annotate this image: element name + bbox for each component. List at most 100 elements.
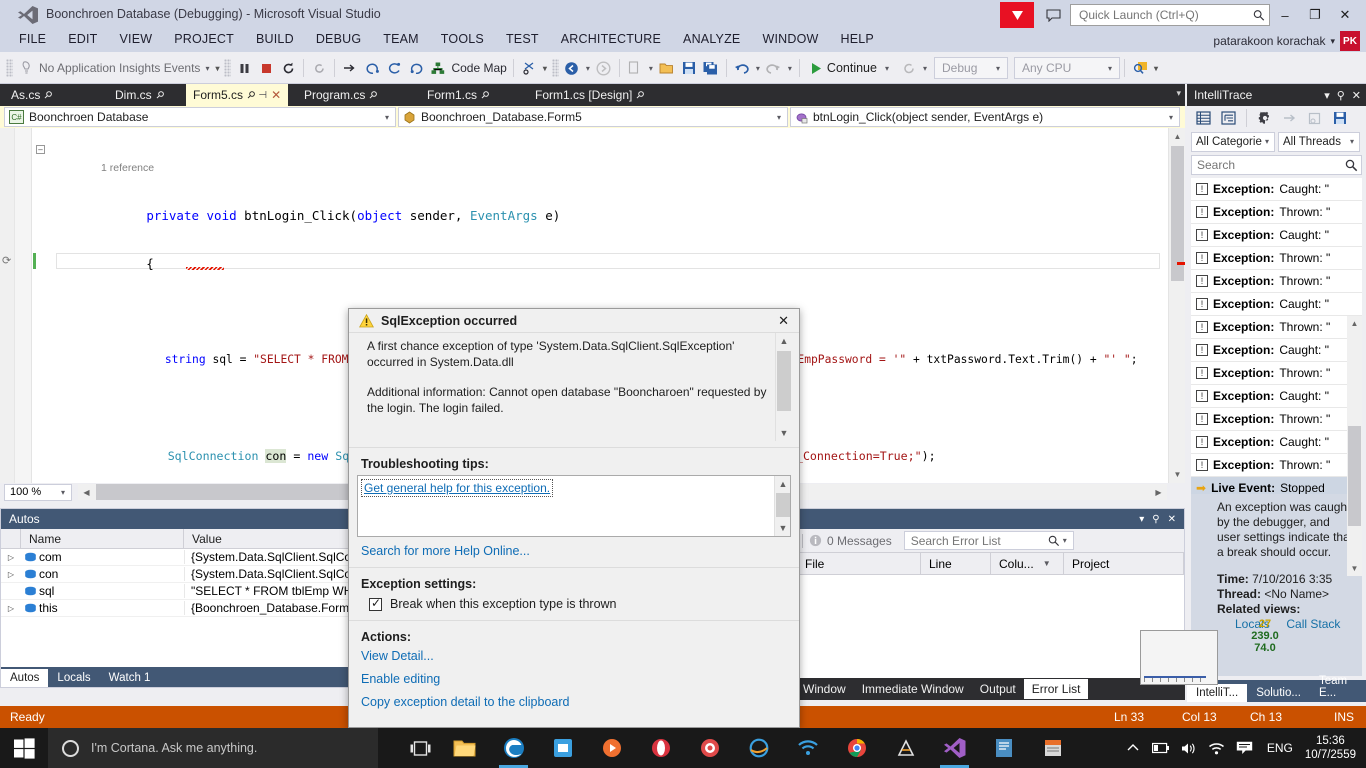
tab-locals[interactable]: Locals xyxy=(48,669,99,687)
action-center-icon[interactable] xyxy=(1231,728,1259,768)
enable-editing-link[interactable]: Enable editing xyxy=(349,663,799,686)
show-hidden-icons-chevron-up-icon[interactable] xyxy=(1119,728,1147,768)
scroll-down-arrow-icon[interactable]: ▼ xyxy=(1347,561,1362,576)
wifi-app-icon[interactable] xyxy=(783,728,832,768)
general-help-link[interactable]: Get general help for this exception. xyxy=(361,479,553,497)
category-filter-combo[interactable]: All Categorie ▾ xyxy=(1191,132,1275,152)
exception-helper-dialog[interactable]: SqlException occurred ✕ A first chance e… xyxy=(348,308,800,728)
zoom-chevron-down-icon[interactable]: ▾ xyxy=(58,488,68,497)
scroll-right-arrow-icon[interactable]: ▶ xyxy=(1150,484,1167,500)
toolbar-overflow-insights[interactable]: ▾ xyxy=(212,66,222,71)
scroll-up-arrow-icon[interactable]: ▲ xyxy=(775,476,791,492)
continue-chevron-down-icon[interactable]: ▾ xyxy=(882,64,892,73)
messages-filter[interactable]: 0 Messages xyxy=(809,534,892,548)
toolbar-grip[interactable] xyxy=(6,59,13,77)
list-item[interactable]: !Exception:Caught: " xyxy=(1191,385,1362,408)
code-reference-note[interactable]: 1 reference xyxy=(101,160,1166,176)
pin-icon[interactable]: ⚲ xyxy=(153,89,166,102)
list-item[interactable]: !Exception:Thrown: " xyxy=(1191,408,1362,431)
solution-platform-combo[interactable]: Any CPU ▾ xyxy=(1014,57,1120,79)
volume-icon[interactable] xyxy=(1175,728,1203,768)
graphics-app-icon[interactable] xyxy=(881,728,930,768)
error-list-rows[interactable] xyxy=(796,575,1184,687)
language-indicator[interactable]: ENG xyxy=(1259,741,1301,755)
task-view-button[interactable] xyxy=(400,728,440,768)
variable-name[interactable]: com xyxy=(39,550,184,564)
tab-list-chevron-down-icon[interactable]: ▾ xyxy=(1176,88,1181,99)
scroll-down-arrow-icon[interactable]: ▼ xyxy=(776,425,792,441)
tab-error-list[interactable]: Error List xyxy=(1024,679,1089,699)
copy-exception-detail-link[interactable]: Copy exception detail to the clipboard xyxy=(349,686,799,709)
scroll-down-arrow-icon[interactable]: ▼ xyxy=(775,520,791,536)
navigate-backward-button[interactable] xyxy=(561,56,583,80)
opera-browser-icon[interactable] xyxy=(636,728,685,768)
calls-view-icon[interactable] xyxy=(1217,106,1239,130)
cortana-search-box[interactable]: I'm Cortana. Ask me anything. xyxy=(48,728,378,768)
find-in-files-icon[interactable] xyxy=(1129,56,1151,80)
redo-chevron-down-icon[interactable]: ▾ xyxy=(785,64,795,73)
row-expander[interactable]: ▷ xyxy=(1,570,21,579)
account-area[interactable]: patarakoon korachak ▾ PK xyxy=(1213,31,1360,51)
thread-filter-combo[interactable]: All Threads ▾ xyxy=(1278,132,1360,152)
editor-hscroll-thumb[interactable] xyxy=(96,484,361,500)
pin-icon[interactable]: ⚲ xyxy=(1337,89,1345,102)
tab-window[interactable]: Window xyxy=(795,679,854,699)
avatar[interactable]: PK xyxy=(1340,31,1360,51)
tab-intellitrace[interactable]: IntelliT... xyxy=(1187,684,1247,702)
scroll-up-arrow-icon[interactable]: ▲ xyxy=(1347,316,1362,331)
list-item-live-event[interactable]: ➡Live Event:Stopped xyxy=(1191,477,1362,494)
menu-team[interactable]: TEAM xyxy=(372,30,430,48)
list-item[interactable]: !Exception:Caught: " xyxy=(1191,224,1362,247)
category-chevron-down-icon[interactable]: ▾ xyxy=(1262,137,1272,146)
intellitrace-toggle-icon[interactable] xyxy=(518,56,540,80)
pin-icon[interactable]: ⚲ xyxy=(634,89,647,102)
tab-team-explorer[interactable]: Team E... xyxy=(1310,672,1366,702)
screen-recorder-icon[interactable] xyxy=(685,728,734,768)
editor-scroll-thumb[interactable] xyxy=(1171,146,1184,281)
unpin-icon[interactable]: ⊣ xyxy=(258,90,267,101)
tab-immediate-window[interactable]: Immediate Window xyxy=(854,679,972,699)
tab-autos[interactable]: Autos xyxy=(1,669,48,687)
close-icon[interactable]: ✕ xyxy=(1168,514,1176,525)
media-player-icon[interactable] xyxy=(587,728,636,768)
close-button[interactable]: ✕ xyxy=(1330,1,1360,29)
restore-button[interactable]: ❐ xyxy=(1300,1,1330,29)
pin-icon[interactable]: ⚲ xyxy=(1152,514,1159,525)
editor-outlining-margin[interactable] xyxy=(32,128,54,483)
code-map-icon[interactable] xyxy=(427,56,449,80)
step-out-button[interactable] xyxy=(383,56,405,80)
exception-message-scrollbar[interactable]: ▲ ▼ xyxy=(775,333,791,441)
step-into-button[interactable] xyxy=(339,56,361,80)
new-project-chevron-down-icon[interactable]: ▾ xyxy=(646,64,656,73)
feedback-bubble-icon[interactable] xyxy=(1040,2,1066,28)
toolbar-overflow-debug[interactable]: ▾ xyxy=(540,66,550,71)
debug-toolbar-grip[interactable] xyxy=(224,59,231,77)
menu-edit[interactable]: EDIT xyxy=(57,30,108,48)
pause-button[interactable] xyxy=(233,56,255,80)
file-explorer-icon[interactable] xyxy=(440,728,489,768)
stop-debugging-button[interactable] xyxy=(255,56,277,80)
member-dropdown[interactable]: btnLogin_Click(object sender, EventArgs … xyxy=(790,107,1180,127)
project-dropdown[interactable]: C# Boonchroen Database ▾ xyxy=(4,107,396,127)
menu-project[interactable]: PROJECT xyxy=(163,30,245,48)
quick-launch-box[interactable] xyxy=(1070,4,1270,26)
save-all-icon[interactable] xyxy=(700,56,722,80)
navigate-backward-chevron-down-icon[interactable]: ▾ xyxy=(583,64,593,73)
editor-zoom-combo[interactable]: 100 % ▾ xyxy=(4,484,72,501)
list-item[interactable]: !Exception:Thrown: " xyxy=(1191,454,1362,477)
row-expander[interactable]: ▷ xyxy=(1,604,21,613)
tab-form1-cs-design[interactable]: Form1.cs [Design] ⚲ xyxy=(528,84,651,106)
menu-help[interactable]: HELP xyxy=(830,30,885,48)
menu-test[interactable]: TEST xyxy=(495,30,550,48)
outlining-collapse-icon[interactable]: – xyxy=(36,145,45,154)
variable-name[interactable]: con xyxy=(39,567,184,581)
solution-configuration-combo[interactable]: Debug ▾ xyxy=(934,57,1008,79)
list-item[interactable]: !Exception:Caught: " xyxy=(1191,293,1362,316)
intellitrace-event-list[interactable]: !Exception:Caught: " !Exception:Thrown: … xyxy=(1191,178,1362,494)
menu-debug[interactable]: DEBUG xyxy=(305,30,372,48)
class-dropdown[interactable]: Boonchroen_Database.Form5 ▾ xyxy=(398,107,788,127)
exception-message-scroll-thumb[interactable] xyxy=(777,351,791,411)
events-view-icon[interactable] xyxy=(1192,106,1214,130)
hot-reload-chevron-down-icon[interactable]: ▾ xyxy=(920,64,930,73)
menu-analyze[interactable]: ANALYZE xyxy=(672,30,751,48)
